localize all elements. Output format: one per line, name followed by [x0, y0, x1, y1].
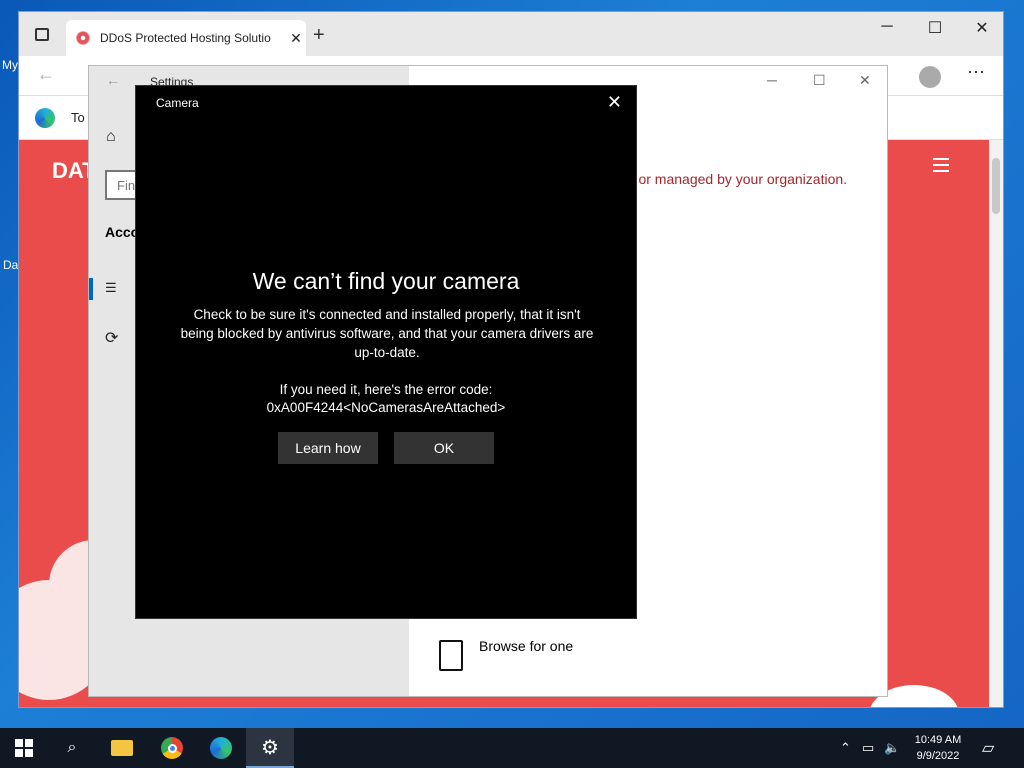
close-tab-icon[interactable]: ✕: [286, 30, 306, 47]
clock-date: 9/9/2022: [916, 750, 960, 762]
account-info-icon[interactable]: ☰: [105, 280, 117, 296]
maximize-icon[interactable]: ☐: [813, 72, 826, 89]
clock[interactable]: 10:49 AM 9/9/2022: [905, 732, 971, 764]
browse-for-one-link[interactable]: Browse for one: [479, 638, 573, 654]
close-icon[interactable]: ✕: [607, 92, 622, 113]
organization-message: en or managed by your organization.: [619, 171, 848, 187]
scrollbar-thumb[interactable]: [992, 158, 1000, 214]
error-code-intro: If you need it, here's the error code:: [279, 382, 493, 397]
minimize-icon[interactable]: ─: [864, 18, 910, 36]
file-explorer-icon[interactable]: [98, 728, 146, 768]
windows-logo-icon: [15, 739, 33, 757]
clock-time: 10:49 AM: [914, 734, 962, 746]
back-icon[interactable]: ←: [106, 72, 120, 88]
minimize-icon[interactable]: ─: [767, 72, 777, 88]
sync-icon[interactable]: ⟳: [105, 328, 118, 348]
volume-icon[interactable]: 🔈: [884, 740, 900, 756]
edge-icon[interactable]: [197, 728, 245, 768]
dialog-title: Camera: [156, 96, 199, 110]
notification-icon[interactable]: ▱: [982, 738, 994, 758]
error-code: 0xA00F4244<NoCamerasAreAttached>: [266, 400, 506, 415]
profile-avatar[interactable]: [919, 66, 941, 88]
page-scrollbar[interactable]: [989, 140, 1003, 707]
close-window-icon[interactable]: ✕: [859, 72, 871, 89]
favorites-item[interactable]: To: [71, 110, 85, 125]
start-button[interactable]: [0, 728, 48, 768]
search-icon[interactable]: ⌕: [48, 728, 96, 768]
new-tab-button[interactable]: +: [313, 24, 325, 47]
chevron-up-icon[interactable]: ⌃: [840, 740, 851, 756]
taskbar: ⌕ ⚙ ⌃ ▭ 🔈 10:49 AM 9/9/2022 ▱: [0, 728, 1024, 768]
edge-logo-icon: [35, 108, 55, 128]
site-favicon-icon: [76, 31, 90, 45]
tab-title: DDoS Protected Hosting Solutio: [100, 31, 271, 45]
error-code-block: If you need it, here's the error code: 0…: [136, 381, 636, 417]
error-heading: We can’t find your camera: [252, 268, 520, 294]
desktop-icon-label[interactable]: My: [2, 58, 18, 72]
settings-gear-icon[interactable]: ⚙: [246, 728, 294, 768]
chrome-icon[interactable]: [148, 728, 196, 768]
more-menu-icon[interactable]: ⋯: [967, 62, 985, 83]
error-description: Check to be sure it's connected and inst…: [180, 307, 594, 360]
network-icon[interactable]: ▭: [862, 740, 874, 756]
hamburger-menu-icon[interactable]: [933, 158, 949, 176]
file-icon: [439, 640, 463, 671]
camera-dialog: Camera ✕ We can’t find your camera Check…: [135, 85, 637, 619]
desktop-icon-label[interactable]: Da: [3, 258, 18, 272]
tab-actions-icon[interactable]: [35, 28, 49, 41]
ok-button[interactable]: OK: [394, 432, 494, 464]
learn-how-button[interactable]: Learn how: [278, 432, 378, 464]
browser-tab[interactable]: DDoS Protected Hosting Solutio ✕: [66, 20, 306, 56]
home-icon[interactable]: ⌂: [106, 128, 116, 146]
back-icon[interactable]: ←: [37, 64, 55, 85]
maximize-icon[interactable]: ☐: [912, 18, 958, 38]
close-window-icon[interactable]: ✕: [959, 18, 1003, 38]
selected-indicator: [89, 278, 93, 300]
tab-bar: DDoS Protected Hosting Solutio ✕ + ─ ☐ ✕: [19, 12, 1003, 56]
